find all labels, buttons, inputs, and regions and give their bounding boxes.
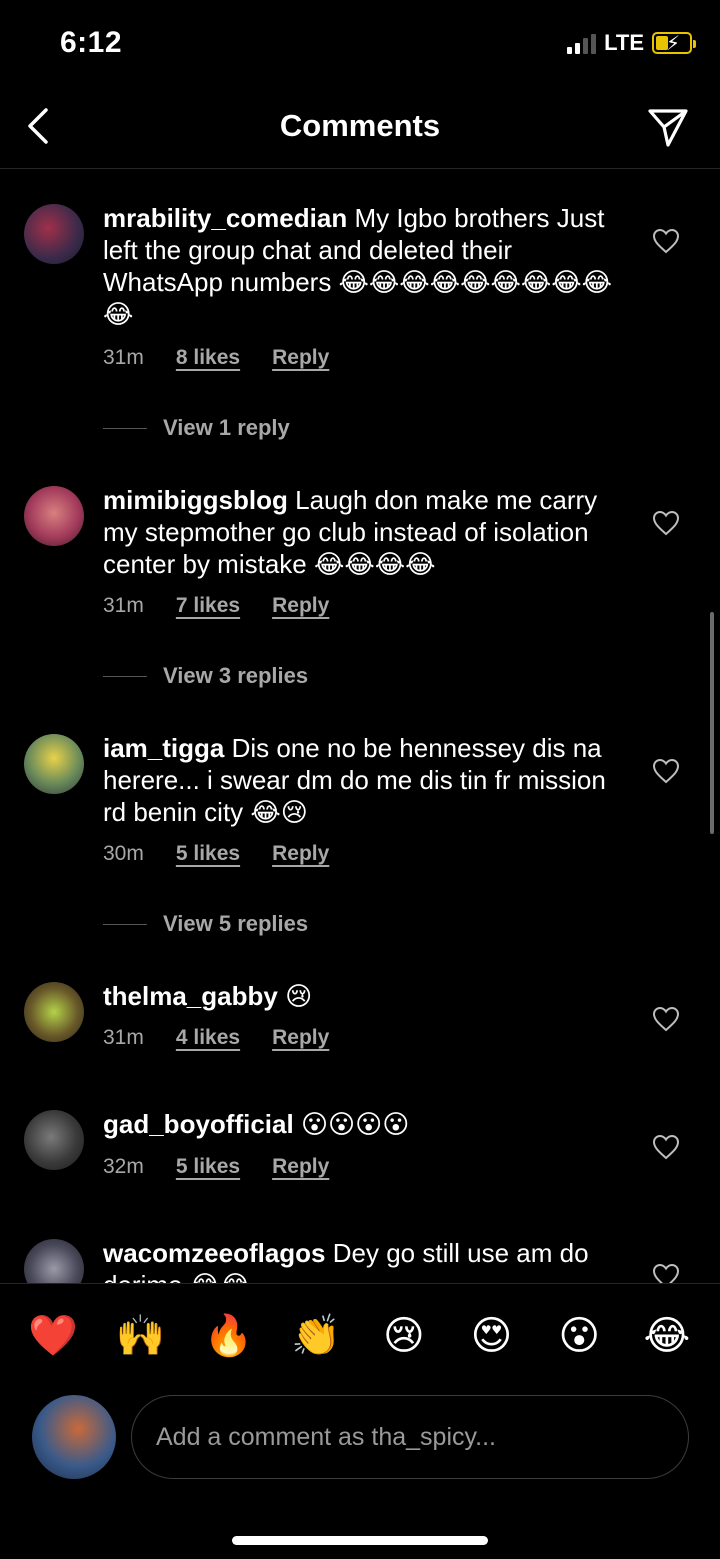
like-button[interactable]: [652, 1134, 680, 1160]
heart-outline-icon: [652, 228, 680, 254]
comment-text: thelma_gabby 😢: [103, 980, 623, 1012]
comment-time: 32m: [103, 1155, 144, 1178]
surprised-emoji-button[interactable]: 😮: [554, 1313, 604, 1359]
likes-link[interactable]: 4 likes: [176, 1026, 240, 1050]
heart-outline-icon: [652, 510, 680, 536]
comment-text: wacomzeeoflagos Dey go still use am do d…: [103, 1237, 623, 1283]
avatar[interactable]: [32, 1395, 116, 1479]
battery-icon: ⚡: [652, 32, 696, 55]
like-button[interactable]: [652, 758, 680, 784]
comment-meta: 31m 4 likes Reply: [103, 1026, 329, 1050]
comment-message: 😮😮😮😮: [300, 1109, 410, 1139]
comment-username[interactable]: iam_tigga: [103, 733, 224, 763]
laughing-emoji-button[interactable]: 😂: [642, 1313, 692, 1359]
comment-username[interactable]: wacomzeeoflagos: [103, 1238, 326, 1268]
emoji-bar: ❤️ 🙌 🔥 👏 😢 😍 😮 😂: [0, 1283, 720, 1387]
avatar[interactable]: [24, 1239, 84, 1283]
comment-time: 31m: [103, 1026, 144, 1049]
page-title: Comments: [279, 108, 441, 143]
clapping-emoji-button[interactable]: 👏: [291, 1312, 341, 1359]
comment-text: iam_tigga Dis one no be hennessey dis na…: [103, 732, 623, 828]
avatar[interactable]: [24, 204, 84, 264]
comment-input[interactable]: [131, 1395, 689, 1479]
comment-time: 31m: [103, 594, 144, 617]
heart-outline-icon: [652, 1006, 680, 1032]
paper-plane-icon: [648, 109, 688, 147]
raising-hands-emoji-button[interactable]: 🙌: [116, 1312, 166, 1359]
avatar[interactable]: [24, 982, 84, 1042]
heart-outline-icon: [652, 758, 680, 784]
avatar[interactable]: [24, 486, 84, 546]
like-button[interactable]: [652, 510, 680, 536]
view-replies-label: View 5 replies: [163, 911, 309, 936]
status-bar: 6:12 LTE ⚡: [0, 0, 720, 88]
likes-link[interactable]: 8 likes: [176, 346, 240, 370]
share-button[interactable]: [646, 105, 690, 149]
comment-time: 31m: [103, 346, 144, 369]
reply-link[interactable]: Reply: [272, 1155, 329, 1179]
likes-link[interactable]: 5 likes: [176, 1155, 240, 1179]
like-button[interactable]: [652, 1006, 680, 1032]
heart-outline-icon: [652, 1263, 680, 1283]
comment-meta: 31m 7 likes Reply: [103, 594, 329, 618]
comment-username[interactable]: mimibiggsblog: [103, 485, 288, 515]
heart-emoji-button[interactable]: ❤️: [28, 1312, 78, 1359]
likes-link[interactable]: 7 likes: [176, 594, 240, 618]
comment-text: mimibiggsblog Laugh don make me carry my…: [103, 484, 623, 580]
fire-emoji-button[interactable]: 🔥: [203, 1312, 254, 1359]
signal-icon: [567, 32, 597, 54]
comment-meta: 32m 5 likes Reply: [103, 1155, 329, 1179]
avatar[interactable]: [24, 1110, 84, 1170]
comment-text: gad_boyofficial 😮😮😮😮: [103, 1108, 623, 1140]
comment-composer: [0, 1395, 720, 1479]
comment-username[interactable]: gad_boyofficial: [103, 1109, 294, 1139]
reply-link[interactable]: Reply: [272, 842, 329, 866]
view-replies-button[interactable]: View 1 reply: [103, 415, 290, 441]
heart-outline-icon: [652, 1134, 680, 1160]
scrollbar[interactable]: [710, 612, 714, 834]
comment-text: mrability_comedian My Igbo brothers Just…: [103, 202, 623, 330]
like-button[interactable]: [652, 228, 680, 254]
status-indicators: LTE ⚡: [567, 30, 696, 56]
header: Comments: [0, 88, 720, 169]
divider: [103, 427, 147, 429]
comment-meta: 31m 8 likes Reply: [103, 346, 329, 370]
crying-emoji-button[interactable]: 😢: [379, 1313, 429, 1359]
reply-link[interactable]: Reply: [272, 1026, 329, 1050]
comment-meta: 30m 5 likes Reply: [103, 842, 329, 866]
avatar[interactable]: [24, 734, 84, 794]
divider: [103, 675, 147, 677]
network-label: LTE: [604, 30, 644, 55]
likes-link[interactable]: 5 likes: [176, 842, 240, 866]
comments-screen: 6:12 LTE ⚡ Comments mrability_comedian M…: [0, 0, 720, 1559]
comment-username[interactable]: mrability_comedian: [103, 203, 347, 233]
view-replies-label: View 3 replies: [163, 663, 309, 688]
heart-eyes-emoji-button[interactable]: 😍: [467, 1313, 517, 1359]
home-indicator[interactable]: [232, 1536, 488, 1545]
like-button[interactable]: [652, 1263, 680, 1283]
comment-message: 😢: [285, 981, 313, 1011]
comments-list[interactable]: mrability_comedian My Igbo brothers Just…: [0, 170, 720, 1283]
reply-link[interactable]: Reply: [272, 594, 329, 618]
status-time: 6:12: [60, 26, 123, 59]
view-replies-button[interactable]: View 3 replies: [103, 663, 308, 689]
comment-username[interactable]: thelma_gabby: [103, 981, 278, 1011]
view-replies-label: View 1 reply: [163, 415, 290, 440]
comment-time: 30m: [103, 842, 144, 865]
view-replies-button[interactable]: View 5 replies: [103, 911, 308, 937]
reply-link[interactable]: Reply: [272, 346, 329, 370]
divider: [103, 923, 147, 925]
